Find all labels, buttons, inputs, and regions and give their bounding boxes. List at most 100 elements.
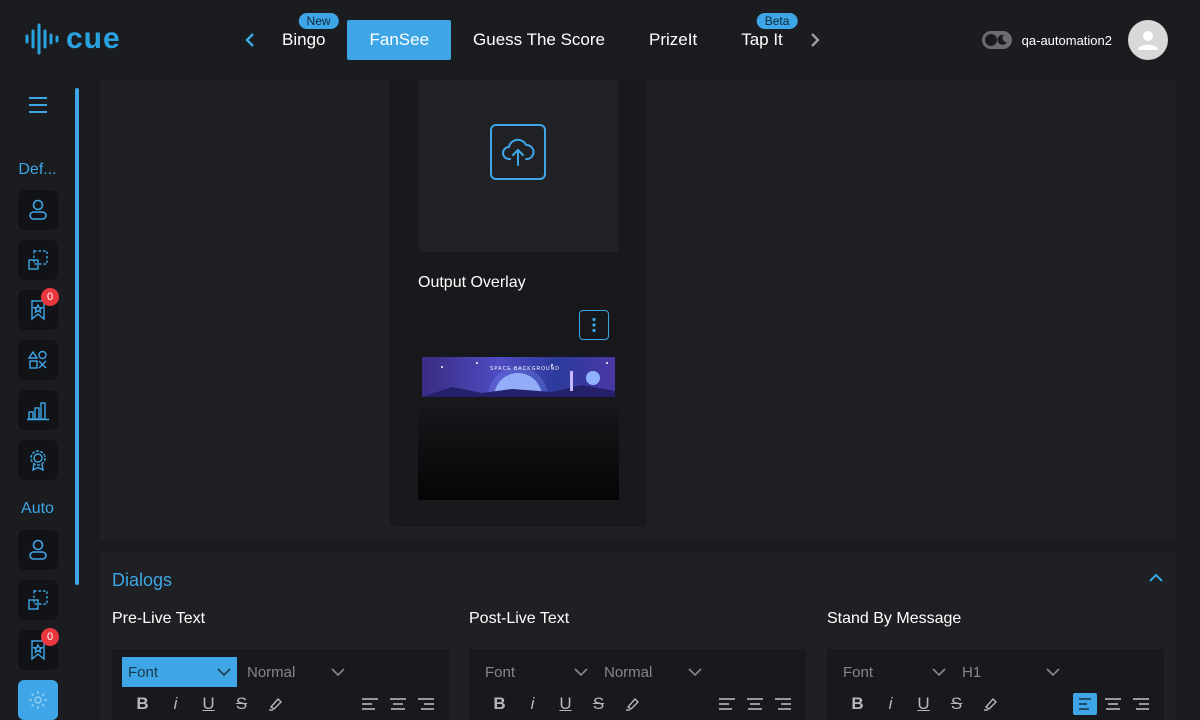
chevron-down-icon	[688, 668, 702, 676]
size-select-value: Normal	[247, 663, 296, 681]
user-icon	[29, 199, 47, 220]
size-select[interactable]: H1	[956, 657, 1066, 687]
user-icon	[29, 539, 47, 560]
upload-area[interactable]	[418, 80, 619, 252]
highlighter-icon[interactable]	[258, 693, 291, 715]
chevron-up-icon[interactable]	[1146, 568, 1166, 588]
chevron-right-icon[interactable]	[805, 20, 825, 60]
chevron-down-icon	[217, 668, 231, 676]
align-right-icon[interactable]	[1129, 693, 1153, 715]
sidebar-scrollbar[interactable]	[75, 88, 79, 585]
strike-button[interactable]: S	[225, 693, 258, 715]
select-icon	[28, 590, 48, 610]
pre-live-text-editor[interactable]: Font Normal B i U S	[112, 649, 449, 720]
more-vertical-icon[interactable]	[579, 310, 609, 340]
phone-preview: Output Overlay SPACE BACKGROUND	[390, 80, 647, 527]
italic-button[interactable]: i	[516, 693, 549, 715]
strike-button[interactable]: S	[582, 693, 615, 715]
strike-button[interactable]: S	[940, 693, 973, 715]
soundwave-icon	[25, 23, 59, 55]
sidebar-item-shapes[interactable]	[18, 340, 58, 380]
beta-badge: Beta	[756, 13, 798, 29]
font-select-value: Font	[843, 663, 874, 681]
preview-panel: Output Overlay SPACE BACKGROUND	[100, 80, 1176, 540]
chevron-down-icon	[932, 668, 946, 676]
align-right-icon[interactable]	[414, 693, 438, 715]
sidebar-item-user[interactable]	[18, 530, 58, 570]
sidebar-item-bookmark[interactable]: 0	[18, 288, 59, 330]
nav-label: PrizeIt	[649, 30, 698, 49]
user-area: qa-automation2	[981, 20, 1168, 60]
align-right-icon[interactable]	[771, 693, 795, 715]
align-center-icon[interactable]	[386, 693, 410, 715]
bar-chart-icon	[27, 402, 49, 421]
underline-button[interactable]: U	[192, 693, 225, 715]
bold-button[interactable]: B	[126, 693, 159, 715]
font-select[interactable]: Font	[122, 657, 237, 687]
align-left-icon[interactable]	[358, 693, 382, 715]
bold-button[interactable]: B	[841, 693, 874, 715]
user-name: qa-automation2	[1021, 32, 1112, 48]
dialogs-section: Dialogs Pre-Live Text Post-Live Text Sta…	[100, 552, 1176, 720]
align-left-icon[interactable]	[1073, 693, 1097, 715]
overlay-title: Output Overlay	[418, 274, 526, 291]
sidebar-item-bookmark[interactable]: 0	[18, 628, 59, 670]
nav-item-bingo[interactable]: Bingo New	[260, 13, 347, 60]
post-live-text-title: Post-Live Text	[469, 610, 570, 627]
stand-by-message-editor[interactable]: Font H1 B i U S	[827, 649, 1164, 720]
section-title: Dialogs	[112, 570, 173, 590]
highlighter-icon[interactable]	[973, 693, 1006, 715]
pre-live-text-title: Pre-Live Text	[112, 610, 206, 627]
sidebar: Def... 0 Auto 0	[0, 80, 80, 720]
avatar[interactable]	[1128, 20, 1168, 60]
bold-button[interactable]: B	[483, 693, 516, 715]
font-select-value: Font	[485, 663, 516, 681]
top-bar: cue Bingo New FanSee Guess The Score Pri…	[0, 0, 1200, 80]
stand-by-message-title: Stand By Message	[827, 610, 962, 627]
size-select[interactable]: Normal	[598, 657, 708, 687]
sidebar-item-chart[interactable]	[18, 390, 58, 430]
user-icon	[1138, 31, 1158, 50]
nav-item-guess-the-score[interactable]: Guess The Score	[451, 20, 627, 60]
align-center-icon[interactable]	[1101, 693, 1125, 715]
font-select[interactable]: Font	[479, 657, 594, 687]
cue-logo[interactable]: cue	[24, 22, 121, 56]
underline-button[interactable]: U	[907, 693, 940, 715]
brand-name: cue	[66, 22, 121, 55]
size-select-value: Normal	[604, 663, 653, 681]
italic-button[interactable]: i	[159, 693, 192, 715]
select-icon	[28, 250, 48, 270]
moon-icon	[997, 34, 1007, 45]
nav-label: FanSee	[369, 30, 430, 49]
nav-label: Bingo	[282, 30, 326, 49]
post-live-text-editor[interactable]: Font Normal B i U S	[469, 649, 806, 720]
sidebar-item-award[interactable]	[18, 440, 58, 480]
nav-item-tap-it[interactable]: Tap It Beta	[719, 13, 805, 60]
nav-item-fansee[interactable]: FanSee	[347, 20, 452, 60]
size-select[interactable]: Normal	[241, 657, 351, 687]
banner-caption: SPACE BACKGROUND	[490, 366, 560, 372]
chevron-down-icon	[331, 668, 345, 676]
nav-item-prizeit[interactable]: PrizeIt	[627, 20, 719, 60]
theme-toggle[interactable]	[981, 31, 1012, 49]
chevron-left-icon[interactable]	[240, 20, 260, 60]
space-banner-image: SPACE BACKGROUND	[422, 357, 615, 397]
align-left-icon[interactable]	[715, 693, 739, 715]
sidebar-group-label: Def...	[18, 161, 57, 178]
shapes-icon	[28, 350, 47, 369]
sidebar-item-select[interactable]	[18, 240, 58, 280]
sidebar-item-settings[interactable]	[18, 680, 58, 720]
sidebar-item-user[interactable]	[18, 190, 58, 230]
game-nav: Bingo New FanSee Guess The Score PrizeIt…	[240, 13, 825, 60]
settings-icon	[29, 691, 47, 709]
underline-button[interactable]: U	[549, 693, 582, 715]
sidebar-item-select[interactable]	[18, 580, 58, 620]
cloud-upload-icon[interactable]	[490, 124, 546, 180]
align-center-icon[interactable]	[743, 693, 767, 715]
hamburger-icon[interactable]	[28, 96, 48, 114]
italic-button[interactable]: i	[874, 693, 907, 715]
count-badge: 0	[41, 288, 59, 306]
font-select[interactable]: Font	[837, 657, 952, 687]
highlighter-icon[interactable]	[615, 693, 648, 715]
nav-label: Guess The Score	[473, 30, 606, 49]
